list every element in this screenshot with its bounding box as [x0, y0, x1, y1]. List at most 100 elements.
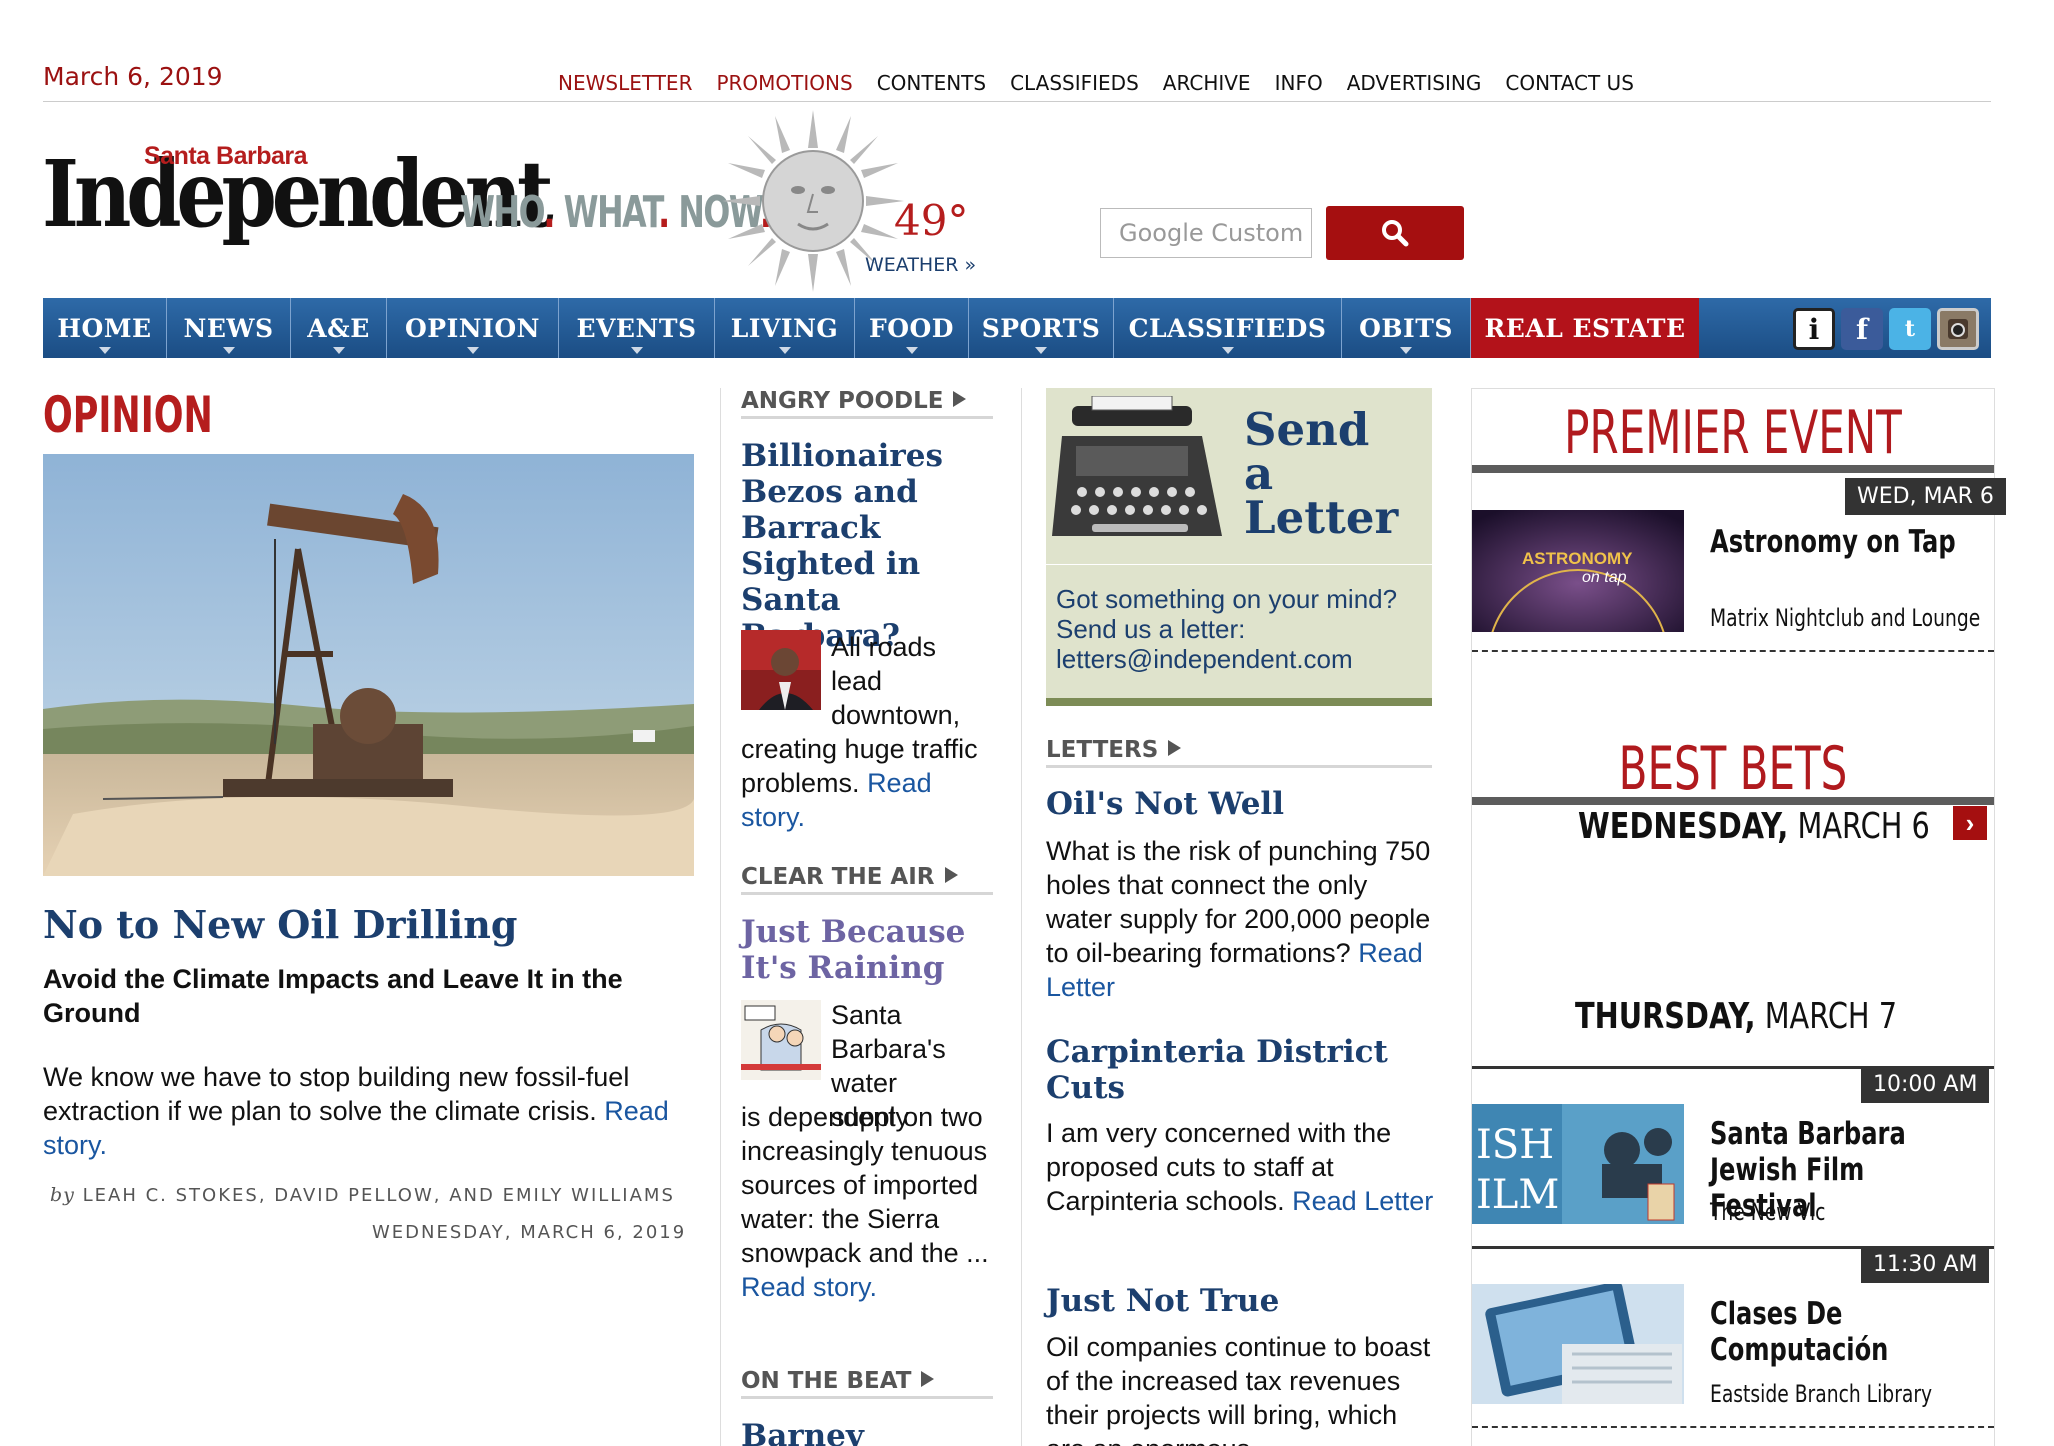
nav-opinion[interactable]: OPINION: [387, 298, 559, 358]
read-story-link[interactable]: Read story.: [741, 1272, 877, 1302]
nav-home[interactable]: HOME: [43, 298, 167, 358]
top-link-archive[interactable]: ARCHIVE: [1163, 71, 1251, 95]
twitter-icon[interactable]: t: [1889, 308, 1931, 350]
main-nav: HOME NEWS A&E OPINION EVENTS LIVING FOOD…: [43, 298, 1991, 358]
send-letter-title: Send a Letter: [1244, 403, 1399, 544]
letter-headline[interactable]: Just Not True: [1046, 1283, 1436, 1319]
byline-by: by: [50, 1184, 75, 1206]
typewriter-icon: [1052, 396, 1222, 536]
category-underline: [741, 1396, 993, 1399]
category-letters[interactable]: LETTERS: [1046, 737, 1182, 763]
top-link-advertising[interactable]: ADVERTISING: [1347, 71, 1482, 95]
temperature: 49°: [894, 196, 969, 245]
letter-headline[interactable]: Oil's Not Well: [1046, 786, 1436, 822]
byline-authors[interactable]: LEAH C. STOKES, DAVID PELLOW, AND EMILY …: [83, 1185, 675, 1206]
site-logo-subtitle[interactable]: Santa Barbara: [144, 142, 308, 171]
lead-dek: Avoid the Climate Impacts and Leave It i…: [43, 964, 623, 1028]
nav-arts-entertainment[interactable]: A&E: [291, 298, 387, 358]
dashed-divider: [1472, 1426, 1994, 1428]
premier-date-badge: WED, MAR 6: [1845, 478, 2006, 515]
premier-event-image[interactable]: ASTRONOMY on tap: [1472, 510, 1684, 632]
hero-image[interactable]: [43, 454, 694, 876]
divider: [1046, 564, 1432, 565]
svg-text:on tap: on tap: [1582, 569, 1627, 586]
publish-date: WEDNESDAY, MARCH 6, 2019: [372, 1222, 687, 1243]
angry-poodle-headline[interactable]: Billionaires Bezos and Barrack Sighted i…: [741, 438, 1003, 654]
top-link-promotions[interactable]: PROMOTIONS: [716, 71, 852, 95]
top-link-newsletter[interactable]: NEWSLETTER: [558, 71, 692, 95]
event-time-badge: 10:00 AM: [1861, 1066, 1990, 1103]
nav-living[interactable]: LIVING: [715, 298, 855, 358]
clear-the-air-thumbnail[interactable]: [741, 1000, 821, 1080]
category-angry-poodle[interactable]: ANGRY POODLE: [741, 388, 967, 414]
event-image[interactable]: ISH ILM: [1472, 1104, 1684, 1224]
send-letter-box[interactable]: Send a Letter Got something on your mind? …: [1046, 388, 1432, 706]
svg-text:ILM: ILM: [1476, 1172, 1559, 1218]
letter-summary: What is the risk of punching 750 holes t…: [1046, 836, 1431, 1002]
svg-text:ASTRONOMY: ASTRONOMY: [1522, 549, 1633, 568]
category-on-the-beat[interactable]: ON THE BEAT: [741, 1368, 935, 1394]
nav-obits[interactable]: OBITS: [1342, 298, 1471, 358]
facebook-icon[interactable]: f: [1841, 308, 1883, 350]
letter-headline[interactable]: Carpinteria District Cuts: [1046, 1034, 1436, 1106]
category-clear-the-air[interactable]: CLEAR THE AIR: [741, 864, 958, 890]
letter-summary: I am very concerned with the proposed cu…: [1046, 1118, 1434, 1216]
byline: by LEAH C. STOKES, DAVID PELLOW, AND EMI…: [50, 1184, 675, 1206]
event-venue[interactable]: Eastside Branch Library: [1710, 1380, 1932, 1408]
premier-event-venue[interactable]: Matrix Nightclub and Lounge: [1710, 604, 1980, 632]
dashed-divider: [1472, 650, 1994, 652]
top-link-contact-us[interactable]: CONTACT US: [1505, 71, 1634, 95]
top-links: NEWSLETTER PROMOTIONS CONTENTS CLASSIFIE…: [558, 71, 1634, 95]
angry-poodle-summary: creating huge traffic problems. Read sto…: [741, 734, 978, 832]
category-underline: [741, 892, 993, 895]
divider: [1472, 797, 1994, 805]
svg-text:ISH: ISH: [1476, 1122, 1554, 1168]
premier-event-title: PREMIER EVENT: [1564, 398, 1902, 468]
on-the-beat-headline[interactable]: Barney: [741, 1418, 1003, 1446]
event-time-badge: 11:30 AM: [1861, 1246, 1990, 1283]
nav-food[interactable]: FOOD: [855, 298, 969, 358]
clear-the-air-headline[interactable]: Just Because It's Raining: [741, 914, 1011, 986]
current-date: March 6, 2019: [43, 62, 223, 91]
next-day-arrow-icon[interactable]: ›: [1953, 806, 1987, 840]
top-link-classifieds[interactable]: CLASSIFIEDS: [1010, 71, 1139, 95]
nav-news[interactable]: NEWS: [167, 298, 291, 358]
top-link-info[interactable]: INFO: [1275, 71, 1323, 95]
top-divider: [43, 101, 1991, 102]
tagline-who: WHO: [460, 187, 545, 238]
column-divider: [720, 388, 721, 1446]
weather-link[interactable]: WEATHER »: [865, 254, 976, 276]
category-underline: [1046, 765, 1432, 768]
info-icon[interactable]: i: [1793, 308, 1835, 350]
clear-the-air-summary: is dependent on two increasingly tenuous…: [741, 1102, 989, 1302]
top-link-contents[interactable]: CONTENTS: [877, 71, 986, 95]
event-image[interactable]: [1472, 1284, 1684, 1404]
nav-events[interactable]: EVENTS: [559, 298, 715, 358]
lead-headline[interactable]: No to New Oil Drilling: [43, 902, 517, 947]
angry-poodle-summary-top: All roads lead downtown,: [831, 632, 961, 730]
day-heading: THURSDAY, MARCH 7: [1575, 996, 1898, 1037]
tagline-what: WHAT: [563, 187, 660, 238]
nav-sports[interactable]: SPORTS: [969, 298, 1114, 358]
premier-event-name[interactable]: Astronomy on Tap: [1710, 524, 1956, 560]
read-letter-link[interactable]: Read Letter: [1292, 1186, 1433, 1216]
instagram-icon[interactable]: [1937, 308, 1979, 350]
search-icon: [1382, 220, 1409, 247]
event-title[interactable]: Clases De Computación: [1710, 1296, 1913, 1368]
nav-real-estate[interactable]: REAL ESTATE: [1471, 298, 1699, 358]
lead-summary: We know we have to stop building new fos…: [43, 1060, 693, 1162]
search-button[interactable]: [1326, 206, 1464, 260]
day-heading: WEDNESDAY, MARCH 6: [1578, 806, 1930, 847]
search-input[interactable]: Google Custom Search: [1100, 208, 1312, 258]
category-underline: [741, 416, 993, 419]
lead-summary-text: We know we have to stop building new fos…: [43, 1062, 630, 1126]
best-bets-title: BEST BETS: [1618, 734, 1848, 804]
section-title: OPINION: [43, 386, 213, 444]
event-venue[interactable]: The New Vic: [1710, 1198, 1825, 1226]
divider: [1472, 465, 1994, 473]
angry-poodle-thumbnail[interactable]: [741, 630, 821, 710]
send-letter-prompt[interactable]: Got something on your mind? Send us a le…: [1056, 584, 1426, 674]
column-divider: [1021, 388, 1022, 1446]
nav-classifieds[interactable]: CLASSIFIEDS: [1114, 298, 1342, 358]
social-icons: i f t: [1793, 308, 1979, 350]
